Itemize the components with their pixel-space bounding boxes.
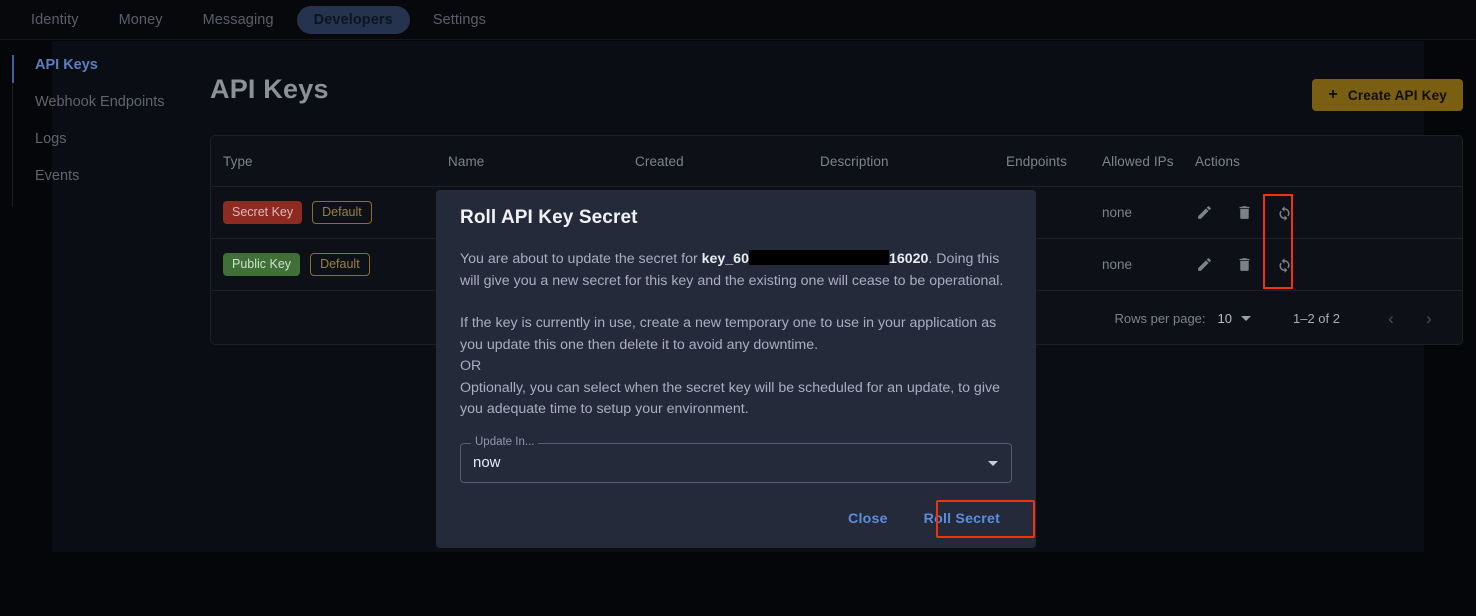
nav-item-developers[interactable]: Developers [296, 5, 410, 34]
dialog-title: Roll API Key Secret [460, 207, 638, 228]
dialog-actions: Close Roll Secret [838, 504, 1010, 534]
pagination-range: 1–2 of 2 [1293, 311, 1340, 326]
column-header-endpoints: Endpoints [1006, 153, 1067, 169]
nav-item-money[interactable]: Money [102, 6, 180, 34]
column-header-allowed-ips: Allowed IPs [1102, 153, 1174, 169]
status-badge-public-key: Public Key [223, 253, 301, 276]
sidebar-item-events[interactable]: Events [35, 166, 187, 203]
next-page-button[interactable]: › [1410, 309, 1448, 329]
rows-per-page-value: 10 [1217, 311, 1232, 326]
key-allowed-ips-cell: none [1102, 205, 1133, 220]
sidebar-item-api-keys[interactable]: API Keys [35, 55, 187, 92]
previous-page-button[interactable]: ‹ [1372, 309, 1410, 329]
update-in-label: Update In... [471, 435, 539, 448]
roll-secret-icon[interactable] [1275, 256, 1293, 274]
key-type-cell: Secret Key Default [223, 201, 448, 224]
sidebar: API Keys Webhook Endpoints Logs Events [12, 55, 187, 207]
chevron-down-icon [1241, 316, 1251, 321]
roll-api-key-secret-dialog: Roll API Key Secret You are about to upd… [436, 190, 1036, 548]
status-badge-secret-key: Secret Key [223, 201, 303, 224]
sidebar-item-webhook-endpoints[interactable]: Webhook Endpoints [35, 92, 187, 129]
key-actions-cell [1195, 256, 1325, 274]
instructions-line-1: If the key is currently in use, create a… [460, 315, 997, 353]
column-header-type: Type [223, 153, 253, 169]
nav-item-settings[interactable]: Settings [416, 6, 503, 34]
dialog-instructions: If the key is currently in use, create a… [460, 292, 1012, 421]
app-root: Identity Money Messaging Developers Sett… [0, 0, 1476, 616]
key-id-prefix: key_60 [701, 251, 749, 267]
create-api-key-label: Create API Key [1347, 87, 1447, 103]
create-api-key-button[interactable]: + Create API Key [1312, 79, 1463, 111]
sidebar-active-indicator [12, 55, 14, 83]
key-allowed-ips-cell: none [1102, 257, 1133, 272]
key-actions-cell [1195, 204, 1325, 222]
chevron-down-icon [988, 460, 998, 466]
nav-item-identity[interactable]: Identity [14, 6, 96, 34]
status-badge-default: Default [312, 201, 372, 224]
rows-per-page-label: Rows per page: [1114, 311, 1206, 326]
edit-icon[interactable] [1195, 204, 1213, 222]
column-header-description: Description [820, 153, 889, 169]
column-header-created: Created [635, 153, 684, 169]
status-badge-default: Default [310, 253, 370, 276]
roll-secret-button[interactable]: Roll Secret [914, 504, 1010, 534]
redaction-bar [748, 250, 889, 265]
plus-icon: + [1328, 86, 1338, 103]
column-header-name: Name [448, 153, 485, 169]
key-type-cell: Public Key Default [223, 253, 448, 276]
key-id-suffix: 16020 [888, 251, 929, 267]
dialog-intro-text: You are about to update the secret for k… [460, 229, 1012, 292]
close-button[interactable]: Close [838, 504, 898, 534]
page-title: API Keys [210, 74, 329, 104]
column-header-actions: Actions [1195, 153, 1240, 169]
edit-icon[interactable] [1195, 256, 1213, 274]
rows-per-page-select[interactable]: 10 [1218, 311, 1251, 326]
roll-secret-icon[interactable] [1275, 204, 1293, 222]
delete-icon[interactable] [1235, 256, 1253, 274]
top-navigation: Identity Money Messaging Developers Sett… [0, 0, 1476, 40]
instructions-line-or: OR [460, 358, 482, 374]
delete-icon[interactable] [1235, 204, 1253, 222]
update-in-select[interactable]: Update In... now [460, 435, 1012, 483]
instructions-line-3: Optionally, you can select when the secr… [460, 379, 1000, 418]
sidebar-item-logs[interactable]: Logs [35, 129, 187, 166]
table-header-row: Type Name Created Description Endpoints … [211, 136, 1462, 187]
intro-prefix: You are about to update the secret for [460, 251, 702, 267]
nav-item-messaging[interactable]: Messaging [186, 6, 291, 34]
update-in-value: now [473, 454, 501, 471]
